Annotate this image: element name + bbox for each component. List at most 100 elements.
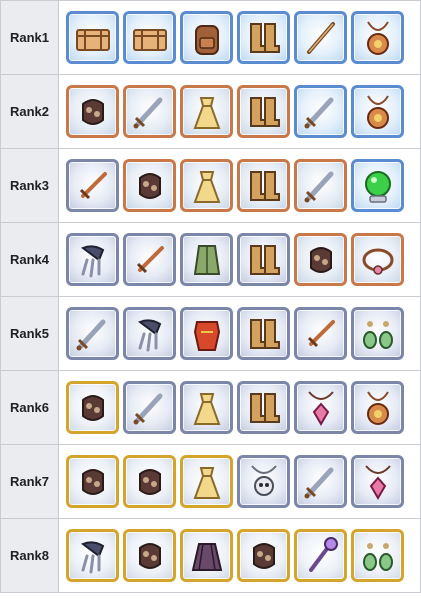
staff-icon[interactable] (294, 529, 347, 582)
boots-icon-glyph (249, 318, 280, 349)
boots-icon[interactable] (237, 85, 290, 138)
crystal-ball-icon[interactable] (351, 159, 404, 212)
sword-icon[interactable] (294, 455, 347, 508)
gauntlet-icon[interactable] (66, 381, 119, 434)
equipment-icon-strip (59, 1, 420, 74)
amulet-icon[interactable] (351, 381, 404, 434)
rank-row: Rank6 (0, 370, 421, 445)
boots-icon[interactable] (237, 159, 290, 212)
boots-icon-glyph (249, 96, 280, 127)
claw-icon-glyph (80, 540, 104, 573)
skull-pendant-icon[interactable] (237, 455, 290, 508)
gauntlet-icon[interactable] (237, 529, 290, 582)
rank-label: Rank5 (0, 296, 59, 371)
robe-icon[interactable] (180, 233, 233, 286)
sword-icon[interactable] (294, 85, 347, 138)
gauntlet-icon[interactable] (123, 529, 176, 582)
claw-icon[interactable] (123, 307, 176, 360)
rank-label: Rank8 (0, 518, 59, 593)
dagger-icon-glyph (136, 245, 164, 273)
rank-table-body: Rank1 Rank2 Rank3 Rank4 Rank5 Rank6 Rank7 Rank8 (0, 0, 421, 593)
boots-icon-glyph (249, 22, 280, 53)
sword-icon[interactable] (294, 159, 347, 212)
dress-icon-glyph (193, 170, 220, 203)
boots-icon[interactable] (237, 381, 290, 434)
dress-icon-glyph (193, 96, 220, 129)
dagger-icon[interactable] (294, 307, 347, 360)
sword-icon-glyph (133, 393, 162, 424)
amulet-icon-glyph (366, 390, 389, 425)
gauntlet-icon[interactable] (294, 233, 347, 286)
gauntlet-icon-glyph (81, 394, 104, 421)
dress-icon[interactable] (180, 85, 233, 138)
rank-row: Rank8 (0, 518, 421, 593)
equipment-rank-table: Rank1 Rank2 Rank3 Rank4 Rank5 Rank6 Rank7 Rank8 (0, 0, 421, 593)
earrings-icon[interactable] (351, 529, 404, 582)
crate-icon[interactable] (123, 11, 176, 64)
armor-icon-glyph (193, 320, 220, 351)
claw-icon-glyph (137, 318, 161, 351)
equipment-icon-strip (59, 223, 420, 296)
amulet-icon[interactable] (351, 85, 404, 138)
crate-icon-glyph (132, 28, 167, 51)
gauntlet-icon-glyph (138, 172, 161, 199)
rank-row: Rank7 (0, 444, 421, 519)
claw-icon[interactable] (66, 233, 119, 286)
boots-icon[interactable] (237, 307, 290, 360)
backpack-icon-glyph (194, 24, 219, 55)
earrings-icon-glyph (362, 542, 393, 571)
gauntlet-icon[interactable] (66, 85, 119, 138)
amulet-icon[interactable] (351, 11, 404, 64)
skirt-icon[interactable] (180, 529, 233, 582)
wand-icon-glyph (306, 21, 335, 54)
gauntlet-icon-glyph (138, 468, 161, 495)
gauntlet-icon[interactable] (123, 159, 176, 212)
earrings-icon[interactable] (351, 307, 404, 360)
rank-label: Rank6 (0, 370, 59, 445)
rank-row: Rank2 (0, 74, 421, 149)
equipment-icon-strip (59, 445, 420, 518)
wand-icon[interactable] (294, 11, 347, 64)
gauntlet-icon[interactable] (66, 455, 119, 508)
rank-items-cell (58, 518, 421, 593)
crystal-ball-icon-glyph (364, 170, 391, 203)
equipment-icon-strip (59, 75, 420, 148)
dress-icon[interactable] (180, 159, 233, 212)
pendant-icon[interactable] (294, 381, 347, 434)
armor-icon[interactable] (180, 307, 233, 360)
equipment-icon-strip (59, 149, 420, 222)
dagger-icon-glyph (79, 171, 107, 199)
robe-icon-glyph (193, 244, 220, 275)
staff-icon-glyph (308, 536, 338, 572)
skull-pendant-icon-glyph (250, 464, 277, 496)
gauntlet-icon[interactable] (123, 455, 176, 508)
rank-items-cell (58, 222, 421, 297)
dagger-icon[interactable] (123, 233, 176, 286)
dress-icon[interactable] (180, 455, 233, 508)
gauntlet-icon-glyph (138, 542, 161, 569)
crate-icon[interactable] (66, 11, 119, 64)
claw-icon-glyph (80, 244, 104, 277)
bracelet-icon-glyph (362, 248, 393, 275)
sword-icon-glyph (304, 97, 333, 128)
rank-items-cell (58, 296, 421, 371)
sword-icon[interactable] (123, 381, 176, 434)
equipment-icon-strip (59, 519, 420, 592)
backpack-icon[interactable] (180, 11, 233, 64)
bracelet-icon[interactable] (351, 233, 404, 286)
dagger-icon[interactable] (66, 159, 119, 212)
rank-row: Rank5 (0, 296, 421, 371)
boots-icon-glyph (249, 170, 280, 201)
sword-icon[interactable] (123, 85, 176, 138)
boots-icon[interactable] (237, 233, 290, 286)
rank-row: Rank4 (0, 222, 421, 297)
skirt-icon-glyph (191, 542, 222, 571)
rank-row: Rank3 (0, 148, 421, 223)
rank-items-cell (58, 444, 421, 519)
claw-icon[interactable] (66, 529, 119, 582)
pendant-icon[interactable] (351, 455, 404, 508)
dress-icon[interactable] (180, 381, 233, 434)
sword-icon[interactable] (66, 307, 119, 360)
boots-icon[interactable] (237, 11, 290, 64)
gauntlet-icon-glyph (81, 98, 104, 125)
